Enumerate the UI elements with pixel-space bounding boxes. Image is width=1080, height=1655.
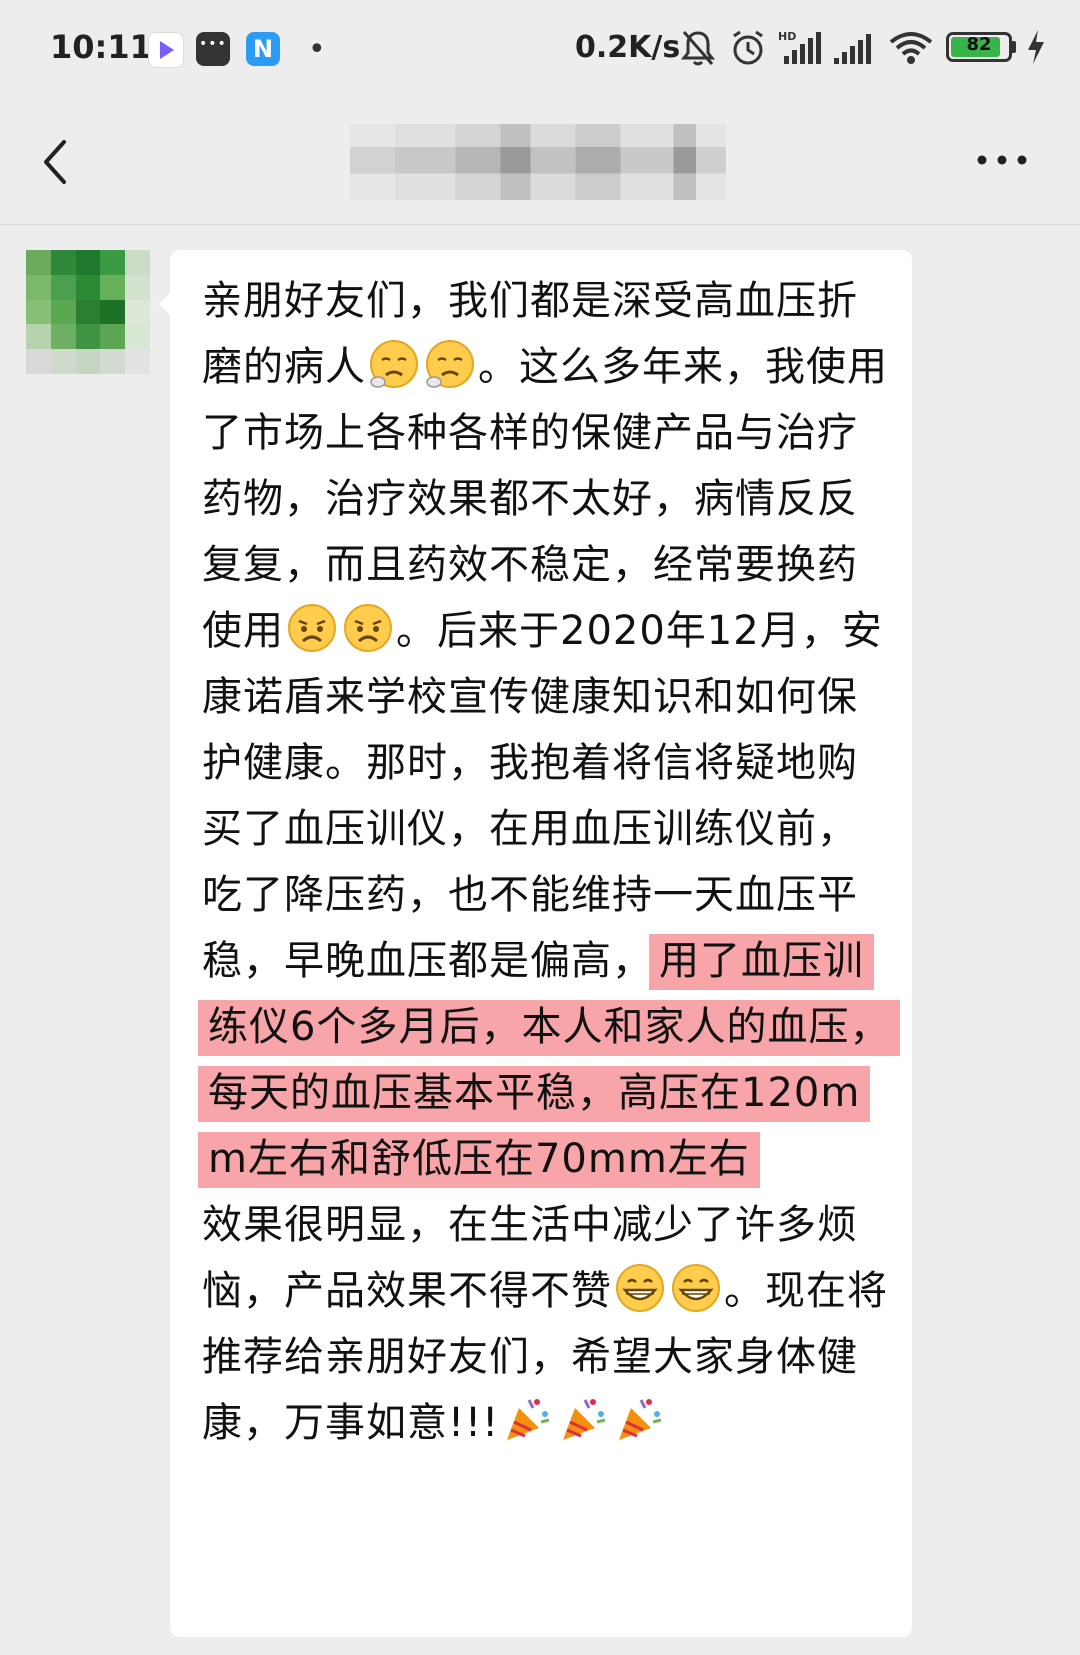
message-app-icon xyxy=(196,32,230,66)
charging-bolt-icon xyxy=(1028,30,1044,64)
n-app-icon: N xyxy=(246,32,280,66)
frowning-face-emoji xyxy=(344,604,392,652)
party-popper-emoji xyxy=(563,1399,606,1440)
video-app-icon xyxy=(148,32,184,68)
battery-level: 82 xyxy=(966,34,992,55)
bell-muted-icon xyxy=(680,31,716,66)
battery-cap xyxy=(1012,41,1016,53)
battery-icon: 82 xyxy=(946,32,1012,62)
signal-icon xyxy=(834,34,871,64)
frowning-face-emoji xyxy=(288,604,336,652)
notification-dot: • xyxy=(308,32,326,67)
chat-title-blurred xyxy=(350,124,726,200)
grinning-face-emoji xyxy=(672,1264,720,1312)
more-dots-icon[interactable] xyxy=(976,148,1028,172)
wifi-icon xyxy=(889,32,933,64)
grinning-face-emoji xyxy=(616,1264,664,1312)
alarm-icon xyxy=(733,30,763,65)
chat-header xyxy=(0,100,1080,225)
chevron-left-icon[interactable] xyxy=(32,130,82,194)
status-time: 10:11 xyxy=(50,28,152,66)
message-part-3: 。后来于2020年12月，安康诺盾来学校宣传健康知识和如何保护健康。那时，我抱着… xyxy=(202,608,883,984)
svg-text:HD: HD xyxy=(778,30,796,43)
message-text: 亲朋好友们，我们都是深受高血压折磨的病人 。这么多年来，我使用了市场上各种各样的保… xyxy=(198,268,901,1456)
party-popper-emoji xyxy=(619,1399,662,1440)
sad-face-emoji xyxy=(426,340,474,388)
party-popper-emoji xyxy=(507,1399,550,1440)
avatar[interactable] xyxy=(26,250,150,374)
status-bar: 10:11 N • 0.2K/s HD 82 xyxy=(0,0,1080,100)
network-speed: 0.2K/s xyxy=(575,30,681,65)
hd-signal-icon: HD xyxy=(778,30,821,64)
sad-face-emoji xyxy=(370,340,418,388)
